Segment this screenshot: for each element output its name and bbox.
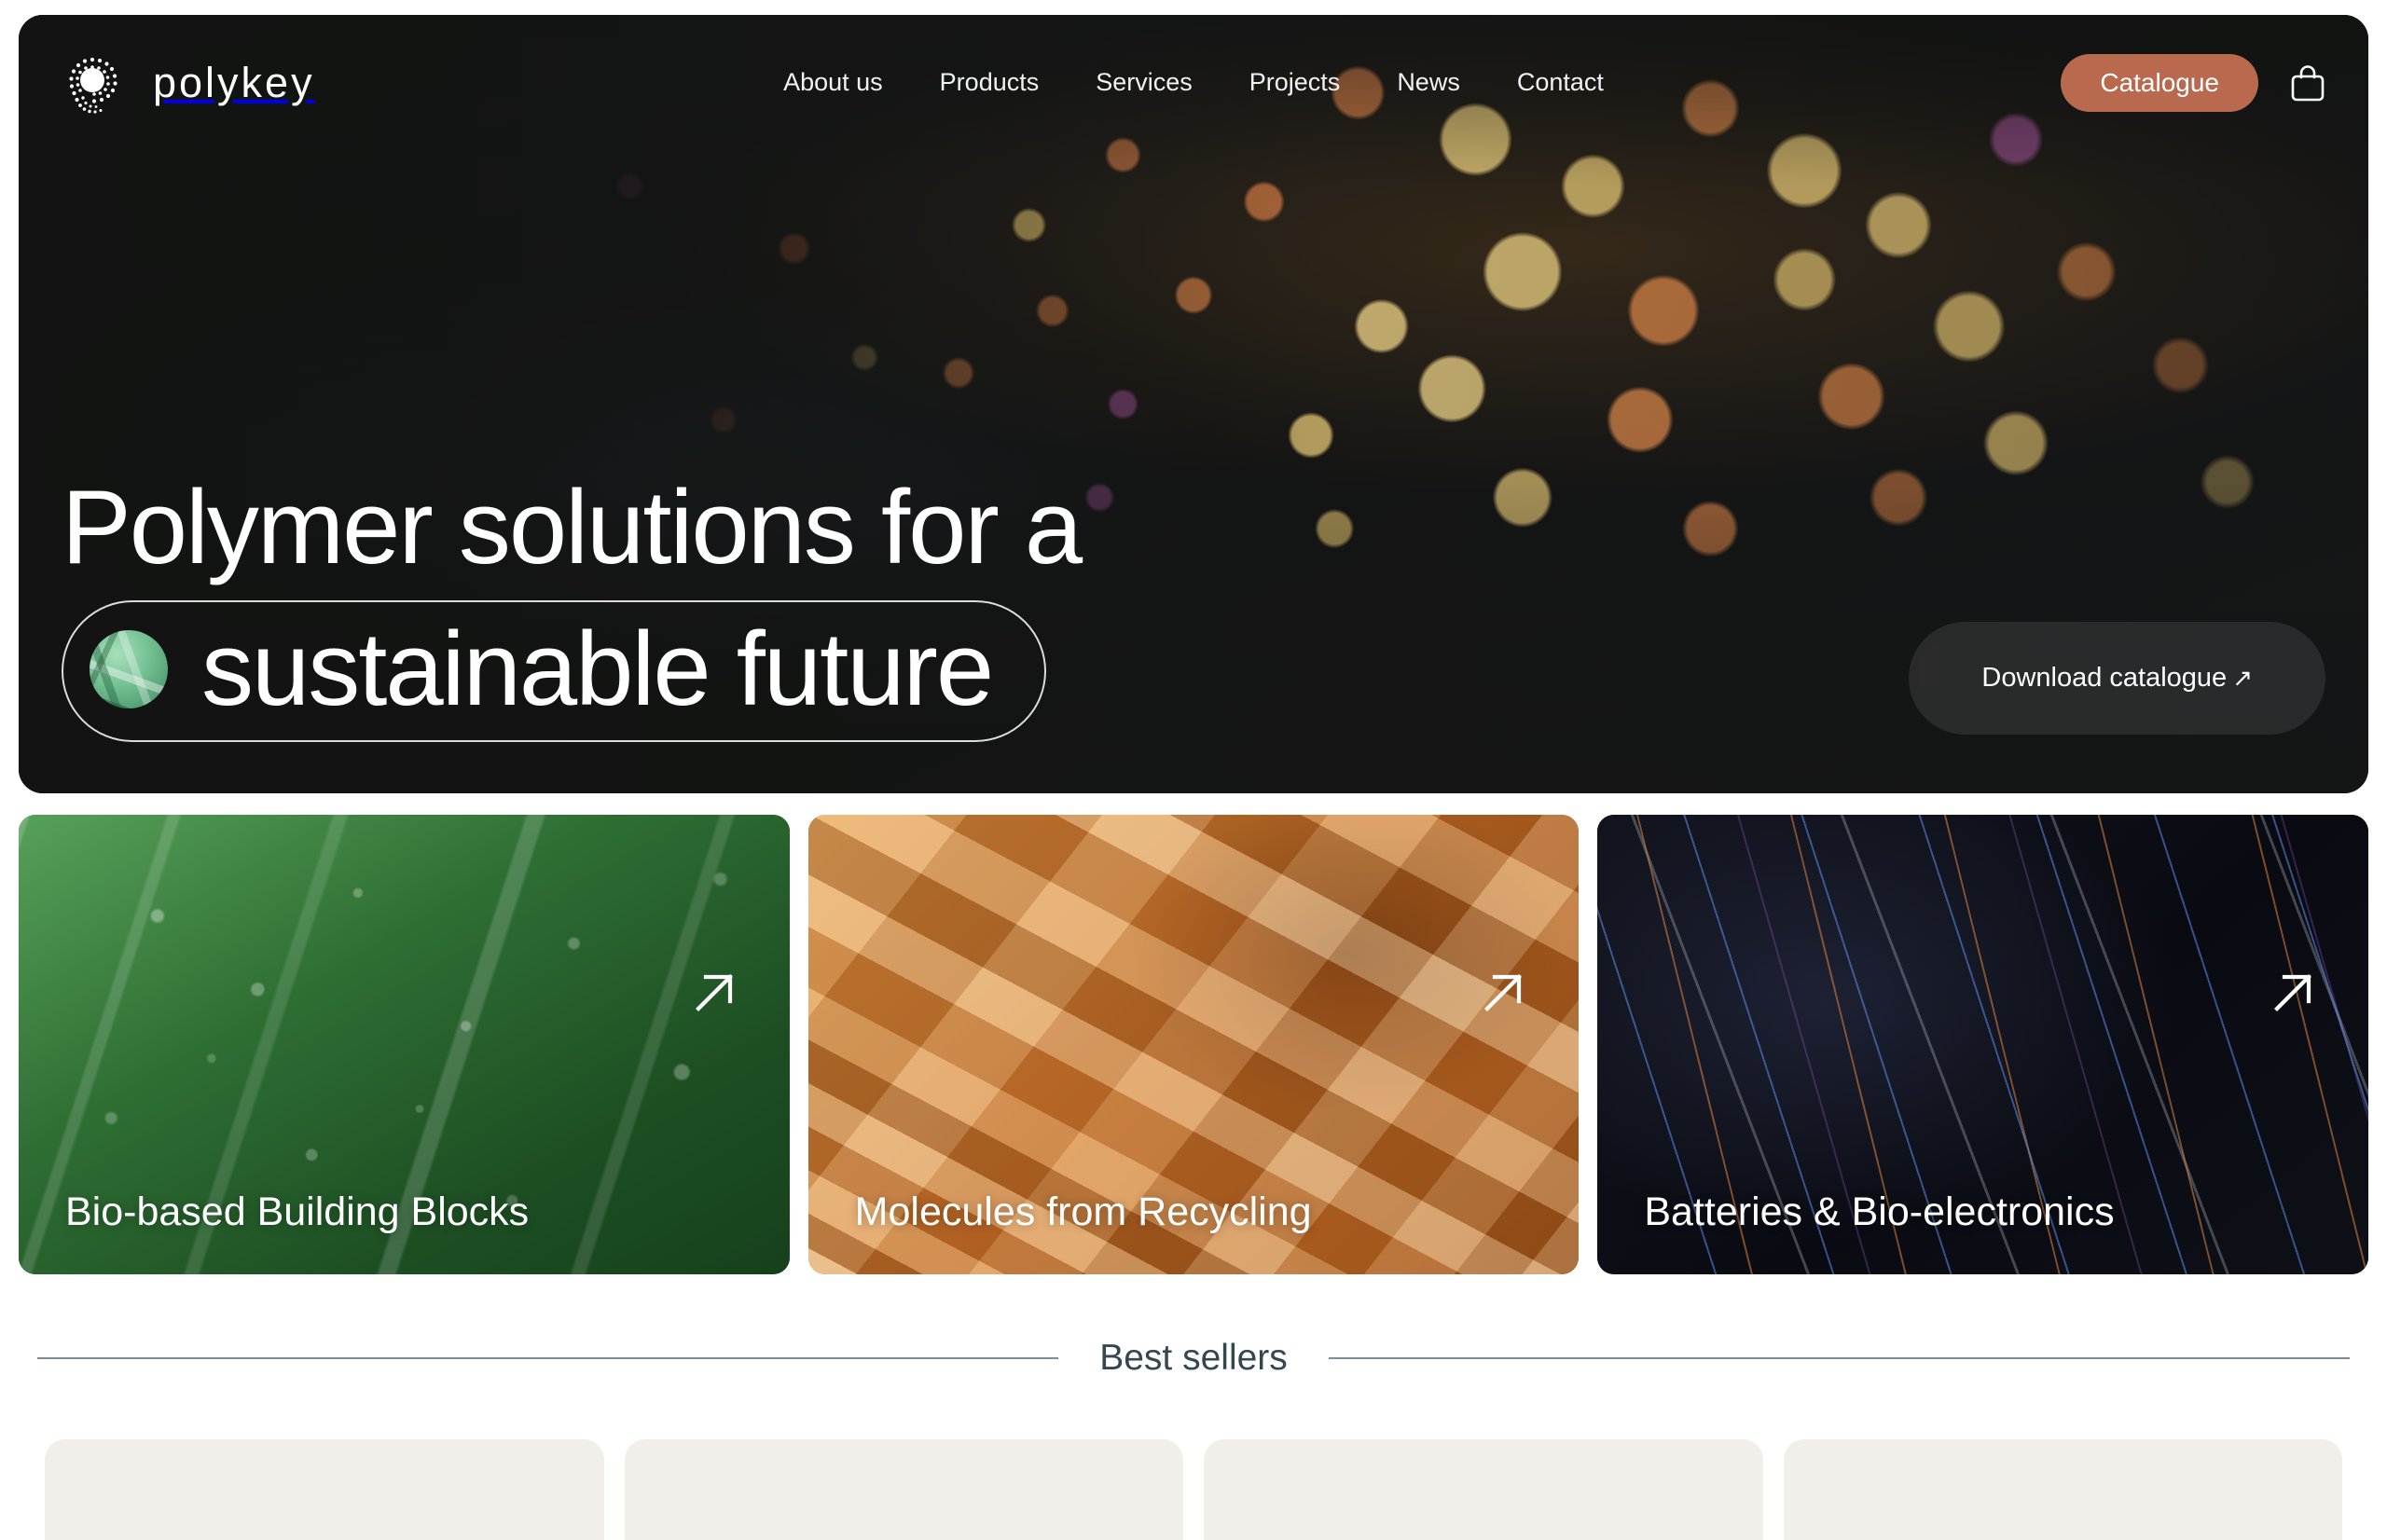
category-card-bio-based-building-blocks[interactable]: Bio-based Building Blocks: [19, 815, 790, 1274]
divider-right: [1328, 1356, 2351, 1359]
shopping-bag-icon[interactable]: [2290, 64, 2325, 102]
category-card-title: Batteries & Bio-electronics: [1644, 1189, 2115, 1235]
arrow-up-right-icon[interactable]: [683, 962, 745, 1024]
best-sellers-heading: Best sellers: [37, 1338, 2351, 1378]
product-card[interactable]: [1204, 1439, 1763, 1540]
nav-item-news[interactable]: News: [1397, 70, 1460, 95]
hero-copy: Polymer solutions for a sustainable futu…: [62, 469, 1083, 742]
best-sellers-section: Best sellers: [0, 1340, 2387, 1540]
nav-item-products[interactable]: Products: [940, 70, 1040, 95]
brand-logo-link[interactable]: polykey: [62, 49, 315, 117]
product-card[interactable]: [45, 1439, 604, 1540]
hero-headline-line-2: sustainable future: [201, 611, 994, 727]
category-card-title: Bio-based Building Blocks: [65, 1189, 530, 1235]
product-card[interactable]: [1783, 1439, 2342, 1540]
divider-left: [37, 1356, 1059, 1359]
arrow-up-right-icon: ↗: [2232, 664, 2253, 692]
category-cards: Bio-based Building Blocks Molecules from…: [19, 815, 2369, 1274]
nav-item-contact[interactable]: Contact: [1517, 70, 1604, 95]
nav-item-services[interactable]: Services: [1096, 70, 1193, 95]
hero-headline-pill: sustainable future: [62, 600, 1047, 742]
download-catalogue-button[interactable]: Download catalogue ↗: [1909, 622, 2325, 735]
main-navigation: About us Products Services Projects News…: [19, 70, 2368, 95]
category-card-title: Molecules from Recycling: [854, 1189, 1312, 1235]
section-title: Best sellers: [1099, 1338, 1288, 1378]
category-card-batteries-bio-electronics[interactable]: Batteries & Bio-electronics: [1597, 815, 2369, 1274]
hero-headline-line-1: Polymer solutions for a: [62, 469, 1083, 585]
header-actions: Catalogue: [2061, 53, 2325, 112]
download-catalogue-label: Download catalogue: [1981, 663, 2228, 693]
arrow-up-right-icon[interactable]: [1472, 962, 1534, 1024]
product-card[interactable]: [624, 1439, 1183, 1540]
arrow-up-right-icon[interactable]: [2262, 962, 2324, 1024]
green-marble-sphere-icon: [90, 630, 168, 708]
dotted-circle-p-logo-icon: [62, 49, 129, 117]
category-card-molecules-from-recycling[interactable]: Molecules from Recycling: [807, 815, 1580, 1274]
nav-item-about-us[interactable]: About us: [783, 70, 883, 95]
catalogue-button[interactable]: Catalogue: [2061, 53, 2258, 112]
site-header: polykey About us Products Services Proje…: [19, 15, 2368, 150]
hero-banner: polykey About us Products Services Proje…: [19, 15, 2368, 793]
nav-item-projects[interactable]: Projects: [1249, 70, 1341, 95]
best-sellers-product-row: [45, 1439, 2342, 1540]
brand-name: polykey: [153, 59, 315, 106]
